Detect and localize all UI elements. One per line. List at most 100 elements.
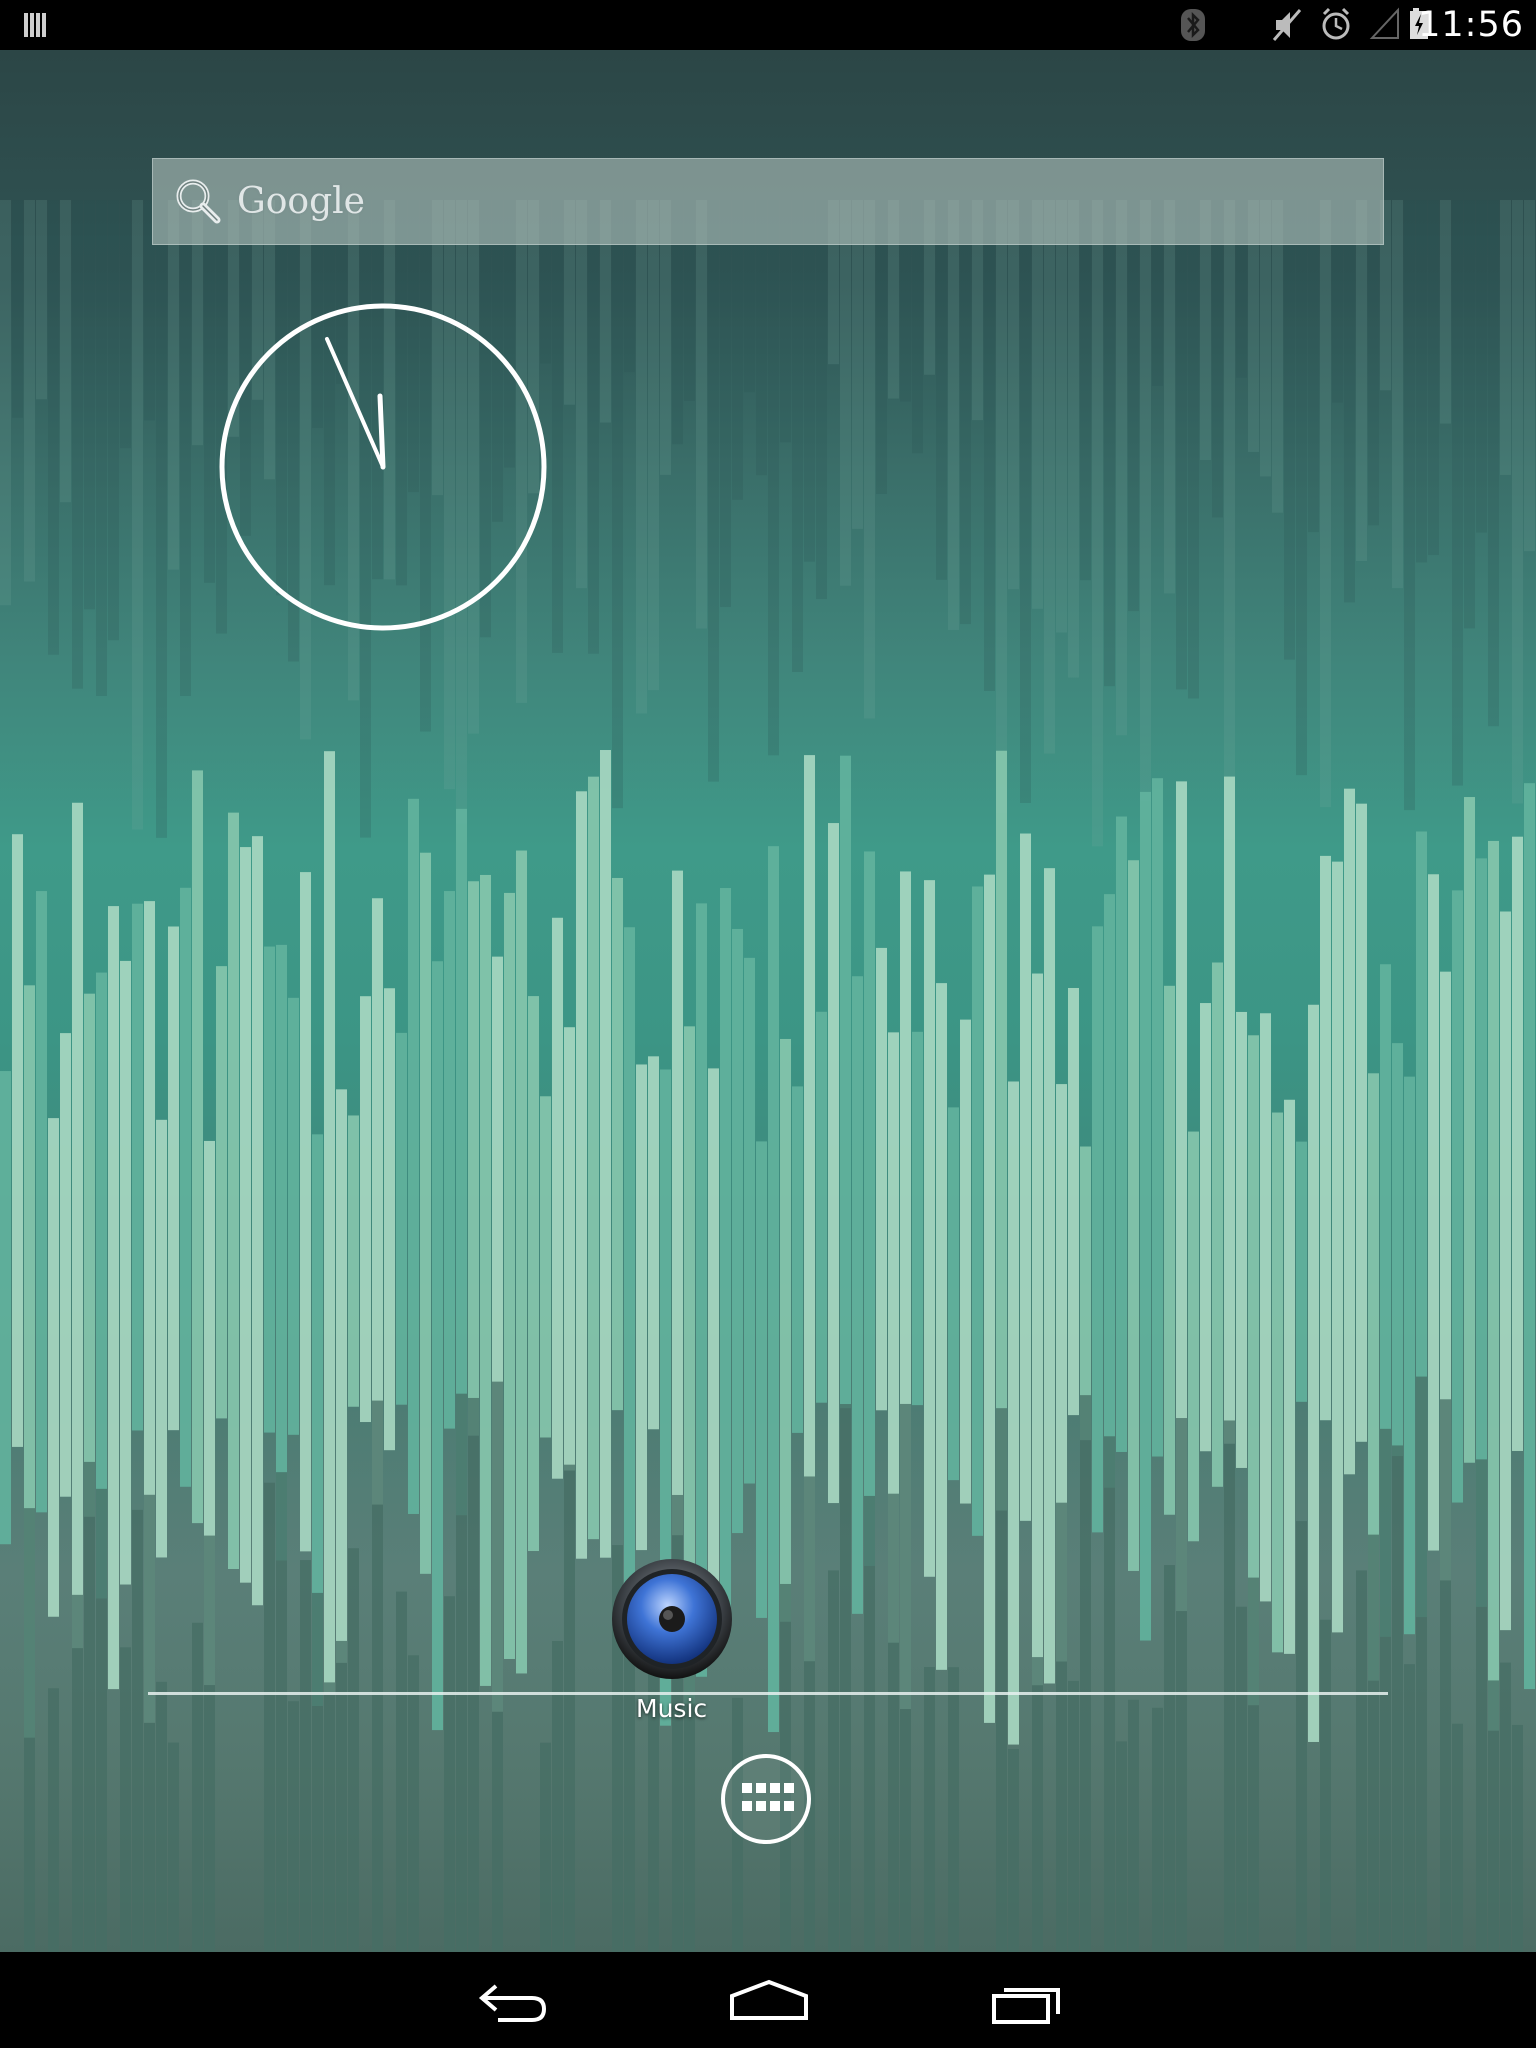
wallpaper-bar <box>396 1591 407 1952</box>
wallpaper-bar <box>744 957 755 1484</box>
wallpaper-bar <box>516 850 527 1674</box>
wallpaper-bar <box>468 1397 479 1952</box>
wallpaper-bar <box>864 851 875 1566</box>
wallpaper-bar <box>888 1493 899 1952</box>
wallpaper-bar <box>984 200 995 692</box>
wallpaper-bar <box>132 200 143 830</box>
wallpaper-bar <box>132 903 143 1431</box>
wallpaper-bar <box>1188 200 1199 699</box>
wallpaper-bar <box>96 200 107 696</box>
wallpaper-bar <box>156 1119 167 1558</box>
wallpaper-bar <box>768 846 779 1733</box>
wallpaper-bar <box>1392 1043 1403 1457</box>
recents-icon[interactable] <box>980 1972 1070 2032</box>
bluetooth-icon <box>1181 9 1205 41</box>
wallpaper-bar <box>840 1404 851 1952</box>
wallpaper-bar <box>336 1089 347 1663</box>
wallpaper-bar <box>1092 200 1103 847</box>
wallpaper-bar <box>876 947 887 1411</box>
wallpaper-bar <box>300 1560 311 1952</box>
wallpaper-bar <box>1500 911 1511 1631</box>
wallpaper-bar <box>1116 1741 1127 1952</box>
wallpaper-bar <box>1404 1664 1415 1952</box>
wallpaper-bar <box>864 1495 875 1952</box>
wallpaper-bar <box>72 200 83 689</box>
wallpaper-bar <box>636 1064 647 1551</box>
wallpaper-bar <box>1164 1565 1175 1952</box>
wallpaper-bar <box>1128 1699 1139 1952</box>
wallpaper-bar <box>84 1461 95 1952</box>
wallpaper-bar <box>1332 861 1343 1633</box>
wallpaper-bar <box>576 791 587 1559</box>
wallpaper-bar <box>108 906 119 1690</box>
wallpaper-bar <box>264 1482 275 1952</box>
wallpaper-bar <box>900 1403 911 1952</box>
all-apps-button[interactable] <box>720 1753 812 1845</box>
wallpaper-bar <box>588 200 599 654</box>
wallpaper-bar <box>612 200 623 809</box>
wallpaper-bar <box>552 917 563 1479</box>
wallpaper-bar <box>1476 200 1487 533</box>
wallpaper-bar <box>1500 200 1511 475</box>
wallpaper-bar <box>432 961 443 1731</box>
google-search-bar[interactable]: Google <box>152 158 1384 245</box>
wallpaper-bar <box>24 200 35 582</box>
wallpaper-bar <box>348 1115 359 1407</box>
wallpaper-bar <box>1056 200 1067 633</box>
wallpaper-bar <box>1008 1081 1019 1745</box>
wallpaper-bar <box>732 928 743 1534</box>
wallpaper-bar <box>84 993 95 1517</box>
wallpaper-bar <box>1032 1657 1043 1952</box>
wallpaper-bar <box>1008 200 1019 590</box>
speaker-icon <box>612 1559 732 1679</box>
wallpaper-bar <box>1344 788 1355 1475</box>
wallpaper-bar <box>1224 1420 1235 1952</box>
notification-icon <box>24 13 46 37</box>
wallpaper-bar <box>1008 1749 1019 1952</box>
wallpaper-bar <box>180 887 191 1487</box>
wallpaper-bar <box>852 200 863 529</box>
wallpaper-bar <box>1356 200 1367 562</box>
wallpaper-bar <box>720 200 731 608</box>
wallpaper-bar <box>1080 200 1091 581</box>
wallpaper-bar <box>384 988 395 1451</box>
wallpaper-bar <box>156 1681 167 1952</box>
wallpaper-bar <box>192 770 203 1524</box>
wallpaper-bar <box>300 872 311 1552</box>
wallpaper-bar <box>360 996 371 1423</box>
wallpaper-bar <box>1212 962 1223 1487</box>
wallpaper-bar <box>216 966 227 1419</box>
wallpaper-bar <box>636 200 647 714</box>
wallpaper-bar <box>1320 1619 1331 1952</box>
wallpaper-bar <box>768 200 779 756</box>
wallpaper-bar <box>960 1019 971 1504</box>
wallpaper-bar <box>1440 1399 1451 1952</box>
wallpaper-bar <box>1296 1141 1307 1402</box>
wallpaper-bar <box>192 1622 203 1952</box>
wallpaper-bar <box>600 750 611 1558</box>
wallpaper-bar <box>0 1071 11 1545</box>
wallpaper-bar <box>168 926 179 1431</box>
wallpaper-bar <box>1044 200 1055 754</box>
wallpaper-bar <box>72 802 83 1649</box>
wallpaper-bar <box>120 960 131 1585</box>
wallpaper-bar <box>312 1592 323 1952</box>
analog-clock[interactable] <box>218 300 548 634</box>
wallpaper-bar <box>108 200 119 641</box>
wallpaper-bar <box>1524 783 1535 1690</box>
wallpaper-bar <box>60 200 71 503</box>
wallpaper-bar <box>1428 200 1439 556</box>
wallpaper-bar <box>1236 1011 1247 1468</box>
wallpaper-bar <box>924 1667 935 1952</box>
wallpaper-bar <box>924 880 935 1577</box>
wallpaper-bar <box>840 200 851 586</box>
wallpaper-bar <box>1068 200 1079 678</box>
wallpaper-bar <box>1464 200 1475 629</box>
wallpaper-bar <box>1128 200 1139 612</box>
back-icon[interactable] <box>468 1972 558 2032</box>
wallpaper-bar <box>816 200 827 600</box>
wallpaper-bar <box>372 1400 383 1952</box>
home-icon[interactable] <box>724 1972 814 2032</box>
wallpaper-bar <box>60 1033 71 1497</box>
wallpaper-bar <box>624 927 635 1593</box>
